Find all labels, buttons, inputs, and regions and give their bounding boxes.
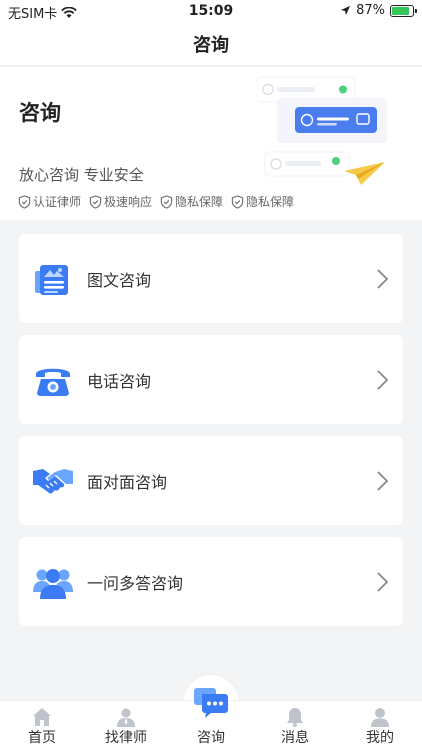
menu-item-label: 图文咨询 [87,270,152,290]
telephone-icon [36,368,70,396]
tab-find-lawyer[interactable]: 找律师 [84,701,168,750]
group-users-icon [33,568,73,599]
tab-profile[interactable]: 我的 [338,701,422,750]
feature-label: 隐私保障 [246,195,295,209]
menu-item-multi-answer[interactable]: 一问多答咨询 [19,537,403,626]
menu-item-phone-consult[interactable]: 电话咨询 [19,335,403,424]
chevron-right-icon [377,268,389,289]
menu-item-text-consult[interactable]: 图文咨询 [19,234,403,323]
chevron-right-icon [377,571,389,592]
page-title: 咨询 [193,34,229,56]
feature-privacy-2: 隐私保障 [231,193,294,210]
consultation-options: 图文咨询 电话咨询 面对面咨询 一问多答咨询 [19,234,403,638]
chat-illustration [257,76,387,185]
feature-verified-lawyer: 认证律师 [18,193,81,210]
tab-messages[interactable]: 消息 [253,701,337,750]
status-right: 87% [340,3,417,18]
shield-check-icon [160,194,173,209]
lawyer-icon [117,708,135,727]
tab-label: 消息 [281,730,309,746]
tab-home[interactable]: 首页 [0,701,84,750]
menu-item-label: 面对面咨询 [87,472,168,492]
document-chat-icon [35,264,68,295]
battery-level [392,6,410,15]
hero-subtitle: 放心咨询 专业安全 [19,166,144,184]
feature-label: 极速响应 [104,195,153,209]
shield-check-icon [231,194,244,209]
hero-title: 咨询 [19,101,61,125]
hero-features: 认证律师 极速响应 隐私保障 隐私保障 [18,193,294,210]
feature-fast-response: 极速响应 [89,193,152,210]
tab-label: 找律师 [105,730,147,746]
menu-item-label: 电话咨询 [87,371,152,391]
chevron-right-icon [377,470,389,491]
tab-label: 首页 [28,730,56,746]
status-bar: 无SIM卡 15:09 87% [0,0,422,22]
menu-item-label: 一问多答咨询 [87,573,184,593]
chat-bubble-icon[interactable] [194,688,228,718]
feature-label: 认证律师 [33,195,82,209]
battery-percent: 87% [356,3,385,18]
feature-privacy: 隐私保障 [160,193,223,210]
battery-icon [390,4,417,17]
profile-icon [371,708,389,727]
menu-item-face-to-face[interactable]: 面对面咨询 [19,436,403,525]
feature-label: 隐私保障 [175,195,224,209]
home-icon [33,708,51,726]
location-arrow-icon [341,5,351,16]
shield-check-icon [89,194,102,209]
navigation-bar: 咨询 [0,22,422,66]
tab-label: 我的 [366,730,394,746]
hero-banner: 咨询 放心咨询 专业安全 认证律师 极速响应 隐私保障 隐私保障 [0,67,422,220]
chevron-right-icon [377,369,389,390]
handshake-icon [33,468,73,493]
shield-check-icon [18,194,31,209]
bell-icon [287,708,303,727]
tab-label: 咨询 [197,730,225,746]
